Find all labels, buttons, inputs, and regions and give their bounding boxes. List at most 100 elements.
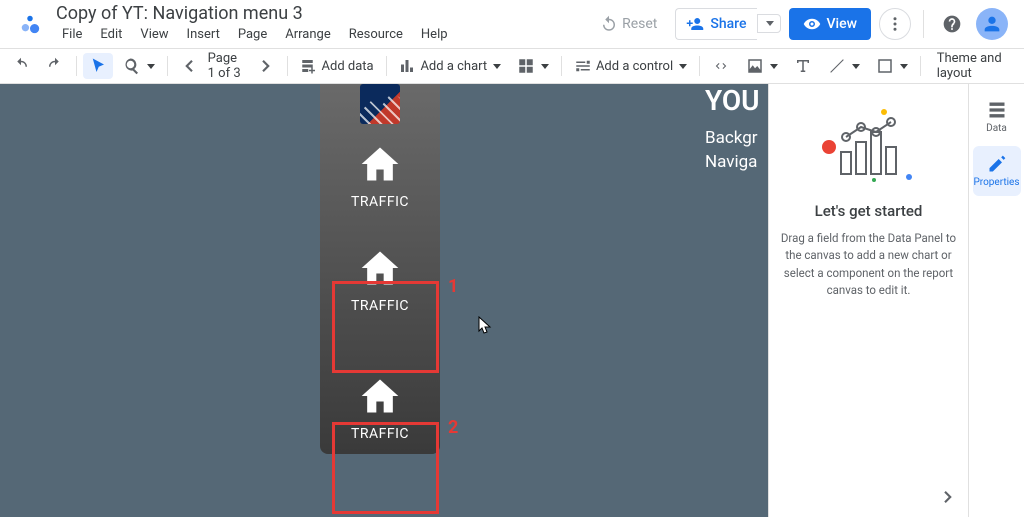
add-data-label: Add data <box>322 59 374 74</box>
shape-icon <box>876 57 894 75</box>
nav-menu-component[interactable]: TRAFFIC TRAFFIC TRAFFIC <box>320 84 440 454</box>
caret-down-icon <box>493 64 501 69</box>
page-indicator[interactable]: Page 1 of 3 <box>208 51 247 81</box>
prev-page-button[interactable] <box>174 53 204 79</box>
collapse-panel-button[interactable] <box>936 485 960 509</box>
share-group: Share <box>675 8 780 40</box>
more-options-button[interactable] <box>879 8 911 40</box>
app-header: Copy of YT: Navigation menu 3 File Edit … <box>0 0 1024 48</box>
home-icon <box>358 142 402 186</box>
menu-view[interactable]: View <box>132 25 176 44</box>
rail-data-tab[interactable]: Data <box>973 92 1021 142</box>
separator <box>167 56 168 76</box>
theme-layout-button[interactable]: Theme and layout <box>937 51 1020 81</box>
toolbar: Page 1 of 3 Add data Add a chart Add a c… <box>0 48 1024 84</box>
looker-studio-logo-icon[interactable] <box>16 10 44 38</box>
menu-help[interactable]: Help <box>413 25 456 44</box>
chart-icon <box>398 57 416 75</box>
menu-resource[interactable]: Resource <box>341 25 411 44</box>
nav-item-traffic-1[interactable]: TRAFFIC <box>320 124 440 222</box>
separator <box>923 10 924 38</box>
text-button[interactable] <box>788 53 818 79</box>
page-navigator: Page 1 of 3 <box>172 51 283 81</box>
canvas-text-fragment-1: Backgr <box>705 128 758 148</box>
arrow-right-icon <box>257 57 275 75</box>
chevron-right-icon <box>939 488 957 506</box>
view-label: View <box>827 16 858 32</box>
eye-icon <box>803 15 821 33</box>
rail-data-label: Data <box>986 123 1007 134</box>
undo-icon <box>12 57 30 75</box>
help-icon <box>942 14 962 34</box>
caret-down-icon <box>679 64 687 69</box>
report-canvas[interactable]: TRAFFIC TRAFFIC TRAFFIC 1 2 YOU Backgr N… <box>0 84 768 517</box>
grid-icon <box>517 57 535 75</box>
separator <box>386 56 387 76</box>
selection-box-2[interactable] <box>332 422 439 514</box>
more-vert-icon <box>886 15 904 33</box>
zoom-icon <box>123 57 141 75</box>
line-button[interactable] <box>822 53 866 79</box>
arrow-left-icon <box>180 57 198 75</box>
undo-reset-icon <box>600 15 618 33</box>
panel-title: Let's get started <box>815 202 923 220</box>
report-logo-icon <box>360 84 400 124</box>
menu-file[interactable]: File <box>54 25 90 44</box>
view-button[interactable]: View <box>789 8 872 40</box>
main-area: TRAFFIC TRAFFIC TRAFFIC 1 2 YOU Backgr N… <box>0 84 1024 517</box>
side-rail: Data Properties <box>968 84 1024 517</box>
person-add-icon <box>686 15 704 33</box>
pencil-icon <box>987 154 1007 174</box>
select-tool[interactable] <box>83 53 113 79</box>
caret-down-icon <box>770 64 778 69</box>
add-chart-button[interactable]: Add a chart <box>392 53 507 79</box>
menu-arrange[interactable]: Arrange <box>277 25 338 44</box>
caret-down-icon <box>147 64 155 69</box>
home-icon <box>358 374 402 418</box>
reset-button[interactable]: Reset <box>590 9 667 39</box>
account-avatar[interactable] <box>976 8 1008 40</box>
separator <box>920 56 921 76</box>
redo-button[interactable] <box>40 53 70 79</box>
community-visualizations-button[interactable] <box>511 53 555 79</box>
menu-insert[interactable]: Insert <box>179 25 228 44</box>
separator <box>287 56 288 76</box>
menu-edit[interactable]: Edit <box>92 25 130 44</box>
caret-down-icon <box>766 21 774 26</box>
canvas-text-fragment-2: Naviga <box>705 152 757 172</box>
rail-properties-tab[interactable]: Properties <box>973 146 1021 196</box>
data-icon <box>987 100 1007 120</box>
menu-page[interactable]: Page <box>230 25 275 44</box>
get-started-illustration-icon <box>809 102 929 192</box>
separator <box>561 56 562 76</box>
caret-down-icon <box>541 64 549 69</box>
annotation-number-1: 1 <box>448 276 458 297</box>
help-button[interactable] <box>936 8 968 40</box>
line-icon <box>828 57 846 75</box>
text-icon <box>794 57 812 75</box>
separator <box>76 56 77 76</box>
add-data-icon <box>300 57 318 75</box>
next-page-button[interactable] <box>251 53 281 79</box>
share-dropdown[interactable] <box>757 14 781 33</box>
rail-properties-label: Properties <box>973 177 1019 188</box>
image-button[interactable] <box>740 53 784 79</box>
document-title[interactable]: Copy of YT: Navigation menu 3 <box>52 3 590 25</box>
caret-down-icon <box>852 64 860 69</box>
shape-button[interactable] <box>870 53 914 79</box>
share-label: Share <box>710 16 746 32</box>
annotation-number-2: 2 <box>448 417 458 438</box>
pointer-icon <box>89 57 107 75</box>
url-embed-button[interactable] <box>706 53 736 79</box>
panel-body-text: Drag a field from the Data Panel to the … <box>779 230 958 299</box>
image-icon <box>746 57 764 75</box>
canvas-title-fragment: YOU <box>705 84 760 117</box>
selection-box-1[interactable] <box>332 281 439 373</box>
zoom-tool[interactable] <box>117 53 161 79</box>
share-button[interactable]: Share <box>675 8 756 40</box>
redo-icon <box>46 57 64 75</box>
add-control-button[interactable]: Add a control <box>568 53 693 79</box>
code-icon <box>712 57 730 75</box>
undo-button[interactable] <box>6 53 36 79</box>
add-data-button[interactable]: Add data <box>294 53 380 79</box>
